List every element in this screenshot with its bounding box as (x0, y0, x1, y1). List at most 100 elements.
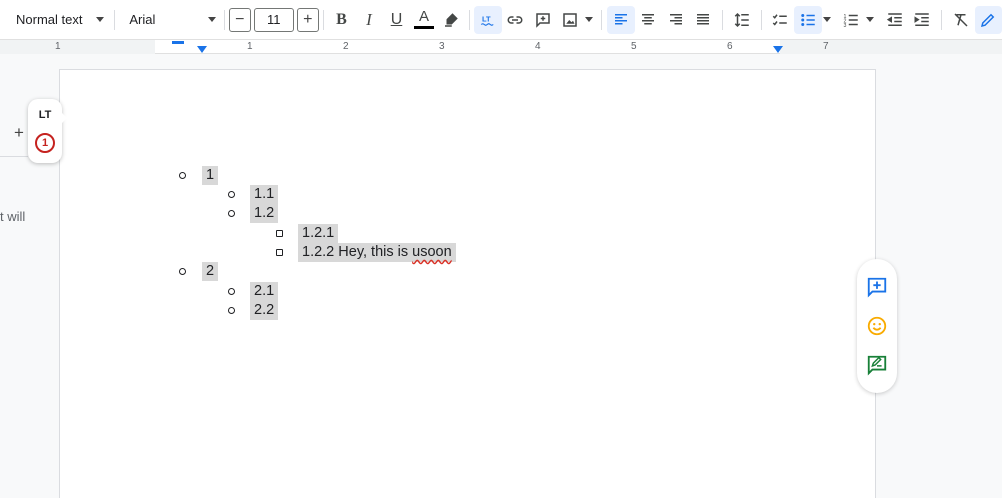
increase-indent-icon (914, 12, 930, 26)
link-icon (508, 15, 523, 24)
font-size-control: − 11 + (228, 7, 319, 32)
first-line-indent-marker[interactable] (172, 41, 184, 44)
underline-button[interactable]: U (383, 6, 411, 34)
left-indent-marker[interactable] (197, 46, 207, 53)
align-right-button[interactable] (662, 6, 690, 34)
list-item[interactable]: 1.2.1 (298, 224, 339, 243)
ruler-number: 1 (247, 41, 253, 52)
bullet-circle-icon (228, 210, 235, 217)
suggest-edits-icon (867, 356, 887, 376)
text-color-button[interactable]: A (410, 6, 438, 34)
chevron-down-icon[interactable] (585, 17, 594, 22)
toolbar-divider (469, 9, 471, 30)
right-indent-marker[interactable] (773, 46, 783, 53)
chevron-down-icon[interactable] (822, 17, 831, 22)
bullet-circle-icon (228, 307, 235, 314)
numbered-list-button[interactable]: 123 (838, 6, 866, 34)
align-center-icon (642, 13, 655, 24)
bullet-square-icon (276, 249, 283, 256)
ruler-number: 2 (343, 41, 349, 52)
bullet-circle-icon (179, 172, 186, 179)
emoji-reaction-icon (867, 316, 887, 336)
bulleted-list-button[interactable] (794, 5, 822, 34)
ruler-number: 3 (439, 41, 445, 52)
align-center-button[interactable] (635, 6, 663, 34)
outline-divider (0, 156, 28, 157)
document-page[interactable] (59, 69, 876, 498)
align-left-icon (614, 13, 627, 24)
align-justify-icon (697, 13, 710, 24)
checklist-button[interactable] (767, 6, 795, 34)
insert-link-button[interactable] (502, 6, 530, 34)
italic-button[interactable]: I (355, 6, 383, 34)
list-item[interactable]: 2.2 (250, 301, 279, 320)
increase-font-size-button[interactable]: + (296, 7, 319, 32)
add-comment-button[interactable] (863, 273, 891, 301)
clear-formatting-button[interactable] (947, 6, 975, 34)
underline-icon: U (390, 10, 403, 28)
decrease-indent-button[interactable] (881, 6, 909, 34)
bold-icon: B (336, 10, 347, 28)
add-tab-icon[interactable]: + (14, 123, 24, 143)
add-comment-button[interactable] (529, 6, 557, 34)
ruler-left-margin (0, 40, 155, 54)
list-item[interactable]: 1.2.2 Hey, this is usoon (298, 243, 456, 262)
line-spacing-icon (734, 12, 749, 27)
insert-image-button[interactable] (557, 6, 585, 34)
bullet-circle-icon (228, 191, 235, 198)
bullet-square-icon (276, 230, 283, 237)
numbered-list-icon: 123 (844, 13, 859, 28)
italic-icon: I (366, 9, 372, 29)
highlight-color-button[interactable] (438, 6, 466, 34)
list-item[interactable]: 1.1 (250, 185, 279, 204)
error-count-badge[interactable]: 1 (35, 133, 55, 153)
languagetool-button[interactable]: LT (474, 5, 502, 34)
list-item[interactable]: 1.2 (250, 204, 279, 223)
font-family-label: Arial (129, 12, 156, 27)
toolbar-divider (722, 9, 724, 30)
line-spacing-button[interactable] (728, 6, 756, 34)
justify-button[interactable] (690, 6, 718, 34)
ruler-number: 6 (727, 41, 733, 52)
add-comment-icon (867, 277, 887, 298)
font-family-dropdown[interactable]: Arial (121, 6, 219, 34)
text-color-letter: A (418, 8, 429, 25)
decrease-indent-icon (886, 12, 902, 26)
ruler-number: 1 (55, 41, 61, 52)
toolbar-divider (223, 9, 225, 30)
ruler[interactable]: 1 1 2 3 4 5 6 7 (0, 40, 1002, 54)
chevron-down-icon (207, 17, 216, 22)
pencil-icon (981, 13, 995, 27)
toolbar-divider (760, 9, 762, 30)
list-item-text: 1.2.2 Hey, this is (302, 244, 413, 260)
editing-mode-button[interactable] (974, 5, 1002, 34)
align-left-button[interactable] (607, 5, 635, 34)
checklist-icon (773, 13, 788, 26)
svg-text:3: 3 (844, 22, 847, 28)
toolbar-divider (601, 9, 603, 30)
languagetool-widget[interactable]: LT 1 (28, 99, 67, 163)
align-right-icon (669, 13, 682, 24)
list-item[interactable]: 1 (202, 166, 219, 185)
ruler-right-margin (780, 40, 1002, 54)
suggest-edits-button[interactable] (863, 351, 891, 379)
list-item[interactable]: 2.1 (250, 282, 279, 301)
decrease-font-size-button[interactable]: − (228, 7, 251, 32)
paragraph-style-label: Normal text (16, 12, 83, 27)
chevron-down-icon[interactable] (866, 17, 875, 22)
toolbar-divider (322, 9, 324, 30)
font-size-input[interactable]: 11 (253, 7, 294, 32)
bold-button[interactable]: B (328, 6, 356, 34)
comment-plus-icon (536, 12, 550, 28)
bullet-circle-icon (228, 288, 235, 295)
clear-formatting-icon (954, 12, 968, 27)
misspelled-word[interactable]: usoon (412, 244, 452, 260)
list-item[interactable]: 2 (202, 262, 219, 281)
highlighter-icon (445, 12, 459, 27)
bullet-circle-icon (179, 268, 186, 275)
ruler-number: 7 (823, 41, 829, 52)
bulleted-list-icon (801, 13, 815, 26)
paragraph-style-dropdown[interactable]: Normal text (12, 6, 108, 34)
increase-indent-button[interactable] (909, 6, 937, 34)
emoji-reaction-button[interactable] (863, 312, 891, 340)
